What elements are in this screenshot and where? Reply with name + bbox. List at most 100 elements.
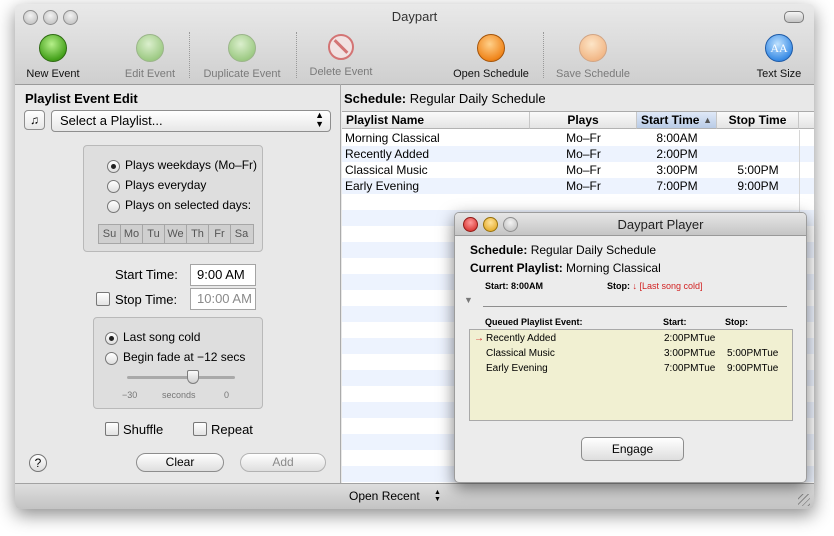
save-schedule-label: Save Schedule xyxy=(556,68,630,80)
table-row[interactable]: Recently Added Mo–Fr 2:00PM xyxy=(342,146,814,162)
player-minimize-button[interactable] xyxy=(483,217,498,232)
slider-min-label: −30 xyxy=(122,390,138,400)
day-button-we[interactable]: We xyxy=(165,225,187,243)
player-close-button[interactable] xyxy=(463,217,478,232)
day-button-th[interactable]: Th xyxy=(187,225,209,243)
shuffle-checkbox[interactable] xyxy=(105,422,119,436)
fade-slider-thumb[interactable] xyxy=(186,370,199,384)
player-separator xyxy=(483,306,787,307)
queue-event-start: 7:00PMTue xyxy=(664,363,716,374)
player-current-row: Current Playlist: Morning Classical xyxy=(470,261,661,275)
open-schedule-button[interactable]: Open Schedule xyxy=(448,34,534,80)
cell-playlist-name: Classical Music xyxy=(345,163,428,177)
day-button-fr[interactable]: Fr xyxy=(209,225,231,243)
daypart-player-window: Daypart Player Schedule: Regular Daily S… xyxy=(454,212,807,483)
toolbar-toggle-button[interactable] xyxy=(784,11,804,23)
table-row[interactable]: Classical Music Mo–Fr 3:00PM 5:00PM xyxy=(342,162,814,178)
duplicate-event-icon xyxy=(228,34,256,62)
text-size-label: Text Size xyxy=(756,68,802,80)
column-header-playlist-name[interactable]: Playlist Name xyxy=(342,112,530,129)
table-row[interactable]: Morning Classical Mo–Fr 8:00AM xyxy=(342,130,814,146)
split-divider[interactable] xyxy=(340,84,341,483)
engage-button[interactable]: Engage xyxy=(581,437,684,461)
day-button-tu[interactable]: Tu xyxy=(143,225,165,243)
day-button-su[interactable]: Su xyxy=(99,225,121,243)
resize-grip-icon[interactable] xyxy=(798,494,810,506)
window-title: Daypart xyxy=(391,9,438,24)
cell-plays: Mo–Fr xyxy=(566,179,601,193)
player-current-value: Morning Classical xyxy=(566,261,661,275)
stop-time-label: Stop Time: xyxy=(115,292,178,307)
start-time-label: Start Time: xyxy=(115,267,178,282)
toolbar-separator xyxy=(543,32,545,78)
fade-slider-track[interactable] xyxy=(127,376,235,379)
queue-event-name: Classical Music xyxy=(486,348,555,359)
radio-last-song-cold[interactable] xyxy=(105,332,118,345)
repeat-checkbox[interactable] xyxy=(193,422,207,436)
clear-button[interactable]: Clear xyxy=(136,453,224,472)
queue-event-name: Recently Added xyxy=(486,333,557,344)
queue-event-start: 2:00PMTue xyxy=(664,333,716,344)
column-header-start-time[interactable]: Start Time ▲ xyxy=(637,112,717,129)
open-recent-popup[interactable]: Open Recent ▲ ▼ xyxy=(349,489,445,505)
radio-weekdays-label: Plays weekdays (Mo–Fr) xyxy=(125,158,258,172)
player-start-value: 8:00AM xyxy=(511,281,544,291)
schedule-heading: Schedule: Regular Daily Schedule xyxy=(344,91,546,106)
queued-events-list: → Recently Added 2:00PMTue Classical Mus… xyxy=(469,329,793,421)
table-row[interactable]: Early Evening Mo–Fr 7:00PM 9:00PM xyxy=(342,178,814,194)
new-event-label: New Event xyxy=(26,68,80,80)
day-button-mo[interactable]: Mo xyxy=(121,225,143,243)
queue-row[interactable]: → Recently Added 2:00PMTue xyxy=(470,331,792,346)
cell-playlist-name: Early Evening xyxy=(345,179,420,193)
open-schedule-icon xyxy=(477,34,505,62)
player-stop-label: Stop: xyxy=(607,281,630,291)
column-header-plays[interactable]: Plays xyxy=(530,112,637,129)
cell-stop-time: 5:00PM xyxy=(737,163,779,177)
radio-selected-days[interactable] xyxy=(107,200,120,213)
help-button[interactable]: ? xyxy=(29,454,47,472)
music-note-icon[interactable]: ♫ xyxy=(24,110,45,130)
stop-time-checkbox[interactable] xyxy=(96,292,110,306)
player-titlebar: Daypart Player xyxy=(455,213,806,236)
player-schedule-label: Schedule: xyxy=(470,243,528,257)
radio-weekdays[interactable] xyxy=(107,160,120,173)
save-schedule-button[interactable]: Save Schedule xyxy=(551,34,635,80)
radio-selected-days-label: Plays on selected days: xyxy=(125,198,252,212)
slider-unit-label: seconds xyxy=(162,390,196,400)
start-time-header-label: Start Time xyxy=(641,113,700,127)
playlist-select[interactable]: Select a Playlist... ▲ ▼ xyxy=(51,110,331,132)
cell-start-time: 7:00PM xyxy=(656,179,698,193)
new-event-button[interactable]: New Event xyxy=(19,34,87,80)
edit-event-icon xyxy=(136,34,164,62)
player-schedule-value: Regular Daily Schedule xyxy=(530,243,657,257)
start-time-field[interactable]: 9:00 AM xyxy=(190,264,256,286)
day-button-sa[interactable]: Sa xyxy=(231,225,252,243)
radio-begin-fade[interactable] xyxy=(105,352,118,365)
new-event-icon xyxy=(39,34,67,62)
duplicate-event-button[interactable]: Duplicate Event xyxy=(197,34,287,80)
cell-playlist-name: Morning Classical xyxy=(345,131,440,145)
chevron-up-down-icon: ▲ ▼ xyxy=(315,110,324,129)
disclosure-triangle-icon[interactable]: ▼ xyxy=(464,295,473,305)
queue-row[interactable]: Classical Music 3:00PMTue 5:00PMTue xyxy=(470,346,792,361)
shuffle-label: Shuffle xyxy=(123,422,164,437)
current-arrow-icon: → xyxy=(474,333,484,344)
player-start-label: Start: xyxy=(485,281,509,291)
radio-everyday-label: Plays everyday xyxy=(125,178,207,192)
save-schedule-icon xyxy=(579,34,607,62)
edit-event-label: Edit Event xyxy=(124,68,176,80)
delete-event-button[interactable]: Delete Event xyxy=(303,34,379,78)
stop-time-field[interactable]: 10:00 AM xyxy=(190,288,256,310)
open-recent-label: Open Recent xyxy=(349,489,420,503)
queue-row[interactable]: Early Evening 7:00PMTue 9:00PMTue xyxy=(470,361,792,376)
edit-event-button[interactable]: Edit Event xyxy=(115,34,185,80)
add-button[interactable]: Add xyxy=(240,453,326,472)
player-title: Daypart Player xyxy=(617,217,704,232)
bottom-bar: Open Recent ▲ ▼ xyxy=(15,483,814,509)
player-start-row: Start: 8:00AM xyxy=(485,281,543,291)
sort-ascending-icon: ▲ xyxy=(703,115,712,125)
text-size-button[interactable]: AA Text Size xyxy=(749,34,809,80)
cell-start-time: 2:00PM xyxy=(656,147,698,161)
column-header-stop-time[interactable]: Stop Time xyxy=(717,112,799,129)
radio-everyday[interactable] xyxy=(107,180,120,193)
